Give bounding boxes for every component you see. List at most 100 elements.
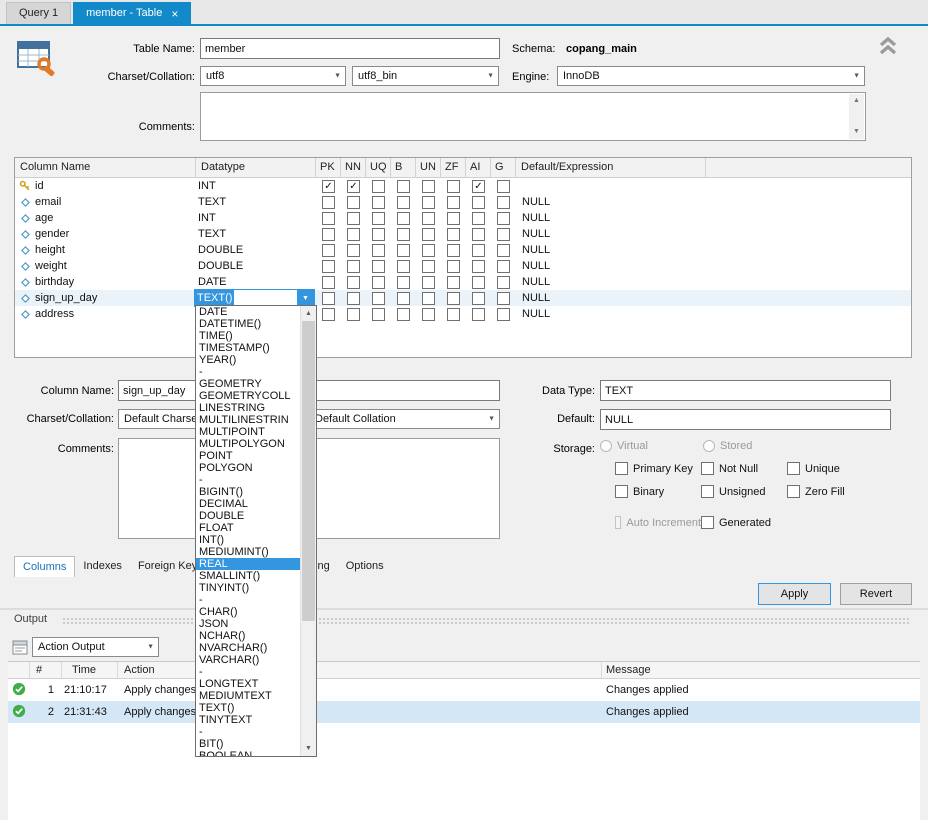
column-name-cell[interactable]: weight bbox=[15, 258, 196, 274]
datatype-option[interactable]: BIGINT() bbox=[196, 486, 300, 498]
output-row[interactable]: 2 21:31:43 Apply changes t Changes applied bbox=[8, 701, 920, 723]
datatype-option[interactable]: BIT() bbox=[196, 738, 300, 750]
checkbox-nn[interactable] bbox=[347, 195, 360, 209]
datatype-option[interactable]: DOUBLE bbox=[196, 510, 300, 522]
datatype-option[interactable]: VARCHAR() bbox=[196, 654, 300, 666]
column-name-cell[interactable]: sign_up_day bbox=[15, 290, 196, 306]
checkbox-un[interactable] bbox=[422, 259, 435, 273]
checkbox-un[interactable] bbox=[422, 291, 435, 305]
column-name-cell[interactable]: birthday bbox=[15, 274, 196, 290]
default-expression-cell[interactable] bbox=[516, 178, 706, 194]
column-row-age[interactable]: age INT NULL bbox=[15, 210, 911, 226]
checkbox-b[interactable] bbox=[397, 179, 410, 193]
header-nn[interactable]: NN bbox=[341, 158, 366, 177]
datatype-cell[interactable]: DATE bbox=[196, 274, 316, 290]
checkbox-nn[interactable] bbox=[347, 291, 360, 305]
scroll-down-icon[interactable]: ▼ bbox=[301, 741, 316, 756]
datatype-option[interactable]: TEXT() bbox=[196, 702, 300, 714]
default-expression-cell[interactable]: NULL bbox=[516, 210, 706, 226]
checkbox-pk[interactable] bbox=[322, 259, 335, 273]
default-expression-cell[interactable]: NULL bbox=[516, 194, 706, 210]
column-name-cell[interactable]: email bbox=[15, 194, 196, 210]
datatype-option[interactable]: TIME() bbox=[196, 330, 300, 342]
checkbox-uq[interactable] bbox=[372, 195, 385, 209]
revert-button[interactable]: Revert bbox=[840, 583, 912, 605]
checkbox-uq[interactable] bbox=[372, 291, 385, 305]
subtab-columns[interactable]: Columns bbox=[14, 556, 76, 577]
detail-collation-select[interactable]: Default Collation bbox=[309, 409, 500, 429]
checkbox-b[interactable] bbox=[397, 211, 410, 225]
storage-radio-virtual[interactable]: Virtual bbox=[600, 440, 703, 452]
datatype-option[interactable]: - bbox=[196, 594, 300, 606]
datatype-option[interactable]: NCHAR() bbox=[196, 630, 300, 642]
checkbox-zf[interactable] bbox=[447, 307, 460, 321]
checkbox-nn[interactable] bbox=[347, 243, 360, 257]
checkbox-uq[interactable] bbox=[372, 211, 385, 225]
collapse-header-icon[interactable] bbox=[876, 36, 900, 59]
datatype-option[interactable]: TIMESTAMP() bbox=[196, 342, 300, 354]
output-header-message[interactable]: Message bbox=[602, 662, 920, 678]
checkbox-g[interactable] bbox=[497, 227, 510, 241]
header-b[interactable]: B bbox=[391, 158, 416, 177]
checkbox-pk[interactable] bbox=[322, 243, 335, 257]
checkbox-ai[interactable] bbox=[472, 275, 485, 289]
column-row-email[interactable]: email TEXT NULL bbox=[15, 194, 911, 210]
datatype-option[interactable]: CHAR() bbox=[196, 606, 300, 618]
column-row-id[interactable]: id INT ✓ ✓ ✓ bbox=[15, 178, 911, 194]
checkbox-b[interactable] bbox=[397, 291, 410, 305]
checkbox-g[interactable] bbox=[497, 291, 510, 305]
checkbox-pk[interactable]: ✓ bbox=[322, 179, 335, 193]
checkbox-ai[interactable] bbox=[472, 211, 485, 225]
datatype-option[interactable]: REAL bbox=[196, 558, 300, 570]
datatype-cell[interactable]: TEXT() ▼ bbox=[194, 289, 316, 307]
datatype-cell[interactable]: DOUBLE bbox=[196, 258, 316, 274]
header-g[interactable]: G bbox=[491, 158, 516, 177]
collation-select[interactable]: utf8_bin bbox=[352, 66, 499, 86]
checkbox-zf[interactable] bbox=[447, 227, 460, 241]
datatype-option[interactable]: JSON bbox=[196, 618, 300, 630]
close-tab-icon[interactable]: × bbox=[171, 8, 178, 20]
checkbox-g[interactable] bbox=[497, 275, 510, 289]
option-binary[interactable]: Binary bbox=[615, 484, 701, 499]
column-name-cell[interactable]: gender bbox=[15, 226, 196, 242]
datatype-option[interactable]: INT() bbox=[196, 534, 300, 546]
checkbox-zf[interactable] bbox=[447, 195, 460, 209]
checkbox-b[interactable] bbox=[397, 227, 410, 241]
output-view-select[interactable]: Action Output bbox=[32, 637, 159, 657]
checkbox-un[interactable] bbox=[422, 211, 435, 225]
datatype-option[interactable]: MULTILINESTRIN bbox=[196, 414, 300, 426]
checkbox-uq[interactable] bbox=[372, 243, 385, 257]
checkbox-icon[interactable] bbox=[701, 462, 714, 475]
checkbox-uq[interactable] bbox=[372, 275, 385, 289]
checkbox-un[interactable] bbox=[422, 227, 435, 241]
datatype-option[interactable]: - bbox=[196, 366, 300, 378]
checkbox-nn[interactable] bbox=[347, 211, 360, 225]
checkbox-pk[interactable] bbox=[322, 227, 335, 241]
scrollbar-thumb[interactable] bbox=[302, 321, 315, 621]
header-uq[interactable]: UQ bbox=[366, 158, 391, 177]
output-header-action[interactable]: Action bbox=[118, 662, 602, 678]
option-generated[interactable]: Generated bbox=[701, 515, 787, 530]
scroll-up-icon[interactable]: ▲ bbox=[849, 94, 864, 108]
checkbox-pk[interactable] bbox=[322, 275, 335, 289]
checkbox-icon[interactable] bbox=[615, 462, 628, 475]
datatype-option[interactable]: TINYINT() bbox=[196, 582, 300, 594]
checkbox-icon[interactable] bbox=[701, 516, 714, 529]
checkbox-icon[interactable] bbox=[787, 485, 800, 498]
datatype-cell[interactable]: INT bbox=[196, 210, 316, 226]
default-input[interactable] bbox=[600, 409, 891, 430]
checkbox-pk[interactable] bbox=[322, 211, 335, 225]
header-pk[interactable]: PK bbox=[316, 158, 341, 177]
tab-member-table[interactable]: member - Table × bbox=[73, 2, 192, 24]
scroll-down-icon[interactable]: ▼ bbox=[849, 125, 864, 139]
checkbox-un[interactable] bbox=[422, 195, 435, 209]
checkbox-b[interactable] bbox=[397, 195, 410, 209]
datatype-option[interactable]: - bbox=[196, 726, 300, 738]
default-expression-cell[interactable]: NULL bbox=[516, 242, 706, 258]
storage-radio-stored[interactable]: Stored bbox=[703, 440, 752, 452]
checkbox-icon[interactable] bbox=[615, 485, 628, 498]
column-name-cell[interactable]: height bbox=[15, 242, 196, 258]
datatype-option[interactable]: YEAR() bbox=[196, 354, 300, 366]
dropdown-scrollbar[interactable]: ▲ ▼ bbox=[300, 306, 316, 756]
column-row-sign_up_day[interactable]: sign_up_day TEXT() ▼ NULL bbox=[15, 289, 911, 307]
